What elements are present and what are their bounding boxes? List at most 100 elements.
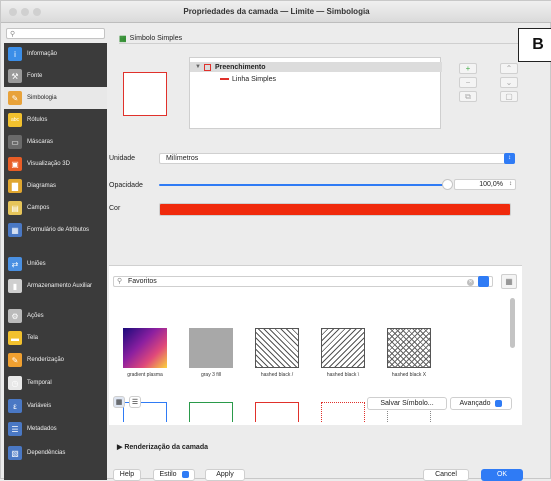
sidebar-item-joins[interactable]: ⇄ Uniões: [4, 253, 107, 275]
symbol-caption: hashed black X: [391, 372, 427, 378]
symbol-thumbnail: [387, 328, 431, 368]
symbol-hatch-x[interactable]: hashed black X: [383, 328, 435, 378]
sidebar-item-label: Fonte: [27, 72, 43, 79]
save-symbol-label: Salvar Símbolo...: [380, 400, 434, 407]
opacity-slider-handle[interactable]: [442, 179, 453, 190]
auxiliary-storage-icon: ▮: [8, 279, 22, 293]
sidebar-item-fields[interactable]: ▤ Campos: [4, 197, 107, 219]
add-layer-button[interactable]: +: [459, 63, 477, 74]
list-view-button[interactable]: ☰: [129, 396, 141, 408]
rendering-icon: ✎: [8, 353, 22, 367]
sidebar-item-auxiliary-storage[interactable]: ▮ Armazenamento Auxiliar: [4, 275, 107, 297]
symbol-gray[interactable]: gray 3 fill: [185, 328, 237, 378]
line-swatch-icon: [220, 78, 229, 80]
unit-select[interactable]: Milímetros ↕: [159, 153, 515, 164]
symbol-type-label: Símbolo Simples: [129, 34, 183, 42]
3d-view-icon: ▣: [8, 157, 22, 171]
sidebar-item-actions[interactable]: ⚙ Ações: [4, 305, 107, 327]
save-symbol-button[interactable]: Salvar Símbolo...: [367, 397, 447, 410]
advanced-button[interactable]: Avançado: [450, 397, 512, 410]
search-icon: ⚲: [117, 278, 123, 285]
lock-layer-button[interactable]: ▢: [500, 91, 518, 102]
sidebar-item-symbology[interactable]: ✎ Simbologia: [4, 87, 107, 109]
symbol-hatch-slash[interactable]: hashed black /: [251, 328, 303, 378]
sidebar-item-label: Armazenamento Auxiliar: [27, 282, 93, 289]
sidebar-item-attribute-form[interactable]: ▦ Formulário de Atributos: [4, 219, 107, 241]
library-filter-dropdown[interactable]: [478, 276, 489, 287]
sidebar: i Informação ⚒ Fonte ✎ Simbologia abc Rótulos ▭ M…: [4, 43, 107, 480]
opacity-slider-track[interactable]: [159, 184, 449, 186]
sidebar-item-display[interactable]: ▬ Tela: [4, 327, 107, 349]
symbol-caption: gray 3 fill: [200, 372, 221, 378]
move-down-button[interactable]: ⌄: [500, 77, 518, 88]
sidebar-search-input[interactable]: ⚲: [6, 28, 105, 39]
ok-button[interactable]: OK: [481, 469, 523, 481]
tree-item-simple-line[interactable]: Linha Simples: [220, 74, 276, 84]
remove-layer-button[interactable]: −: [459, 77, 477, 88]
symbol-type-icon: ▦: [119, 33, 127, 43]
symbol-hatch-back[interactable]: hashed black \: [317, 328, 369, 378]
help-button[interactable]: Help: [113, 469, 141, 481]
library-search-input[interactable]: ⚲ Favoritos: [113, 276, 493, 287]
library-scrollbar[interactable]: [510, 298, 515, 348]
symbol-type-tab[interactable]: ▦ Símbolo Simples: [119, 33, 539, 44]
move-up-button[interactable]: ⌃: [500, 63, 518, 74]
expand-arrow-icon: ▶: [117, 444, 123, 451]
unit-value: Milímetros: [166, 155, 199, 162]
symbol-thumbnail[interactable]: [189, 402, 233, 422]
sidebar-item-3d-view[interactable]: ▣ Visualização 3D: [4, 153, 107, 175]
opacity-label: Opacidade: [109, 182, 143, 189]
minimize-window-button[interactable]: [21, 8, 29, 16]
sidebar-item-variables[interactable]: ε Variáveis: [4, 395, 107, 417]
joins-icon: ⇄: [8, 257, 22, 271]
search-icon: ⚲: [10, 31, 16, 38]
apply-button[interactable]: Apply: [205, 469, 245, 481]
sidebar-item-diagrams[interactable]: ▇ Diagramas: [4, 175, 107, 197]
library-options-button[interactable]: ▦: [501, 274, 517, 289]
sidebar-item-rendering[interactable]: ✎ Renderização: [4, 349, 107, 371]
tree-item-line-label: Linha Simples: [232, 75, 276, 83]
symbol-caption: hashed black /: [260, 372, 294, 378]
sidebar-item-label: Tela: [27, 334, 39, 341]
style-label: Estilo: [159, 471, 177, 478]
sidebar-item-label: Variáveis: [27, 402, 52, 409]
library-search-value: Favoritos: [128, 278, 157, 285]
attribute-form-icon: ▦: [8, 223, 22, 237]
cancel-button[interactable]: Cancel: [423, 469, 469, 481]
spinner-icon[interactable]: ↕: [509, 180, 512, 189]
symbol-thumbnail[interactable]: [255, 402, 299, 422]
collapse-arrow-icon[interactable]: ▼: [195, 64, 201, 70]
style-button[interactable]: Estilo: [153, 469, 195, 481]
tree-item-fill[interactable]: ▼ Preenchimento: [190, 62, 442, 72]
unit-label: Unidade: [109, 155, 136, 162]
sidebar-item-label: Visualização 3D: [27, 160, 70, 167]
labels-icon: abc: [8, 113, 22, 127]
layer-rendering-section[interactable]: ▶ Renderização da camada: [117, 443, 208, 451]
sidebar-item-labels[interactable]: abc Rótulos: [4, 109, 107, 131]
sidebar-item-dependencies[interactable]: ▧ Dependências: [4, 442, 107, 464]
symbol-gradient-plasma[interactable]: gradient plasma: [119, 328, 171, 378]
sidebar-item-metadata[interactable]: ☰ Metadados: [4, 418, 107, 440]
icon-view-button[interactable]: ▦: [113, 396, 125, 408]
symbol-layer-tree[interactable]: ▼ Preenchimento Linha Simples: [189, 57, 442, 129]
maximize-window-button[interactable]: [33, 8, 41, 16]
temporal-icon: ◷: [8, 376, 22, 390]
sidebar-item-info[interactable]: i Informação: [4, 43, 107, 65]
sidebar-item-masks[interactable]: ▭ Máscaras: [4, 131, 107, 153]
title-bar: Propriedades da camada — Limite — Simbol…: [1, 1, 551, 23]
sidebar-item-temporal[interactable]: ◷ Temporal: [4, 372, 107, 394]
fields-icon: ▤: [8, 201, 22, 215]
sidebar-item-label: Simbologia: [27, 94, 57, 101]
symbol-preview: [123, 72, 167, 116]
color-button[interactable]: [159, 203, 511, 216]
opacity-field[interactable]: 100,0% ↕: [454, 179, 516, 190]
sidebar-item-label: Ações: [27, 312, 44, 319]
sidebar-item-source[interactable]: ⚒ Fonte: [4, 65, 107, 87]
symbol-thumbnail[interactable]: [321, 402, 365, 422]
duplicate-layer-button[interactable]: ⧉: [459, 91, 477, 102]
clear-search-icon[interactable]: ✕: [467, 279, 474, 286]
diagrams-icon: ▇: [8, 179, 22, 193]
apply-label: Apply: [216, 471, 234, 478]
sidebar-item-label: Uniões: [27, 260, 46, 267]
close-window-button[interactable]: [9, 8, 17, 16]
